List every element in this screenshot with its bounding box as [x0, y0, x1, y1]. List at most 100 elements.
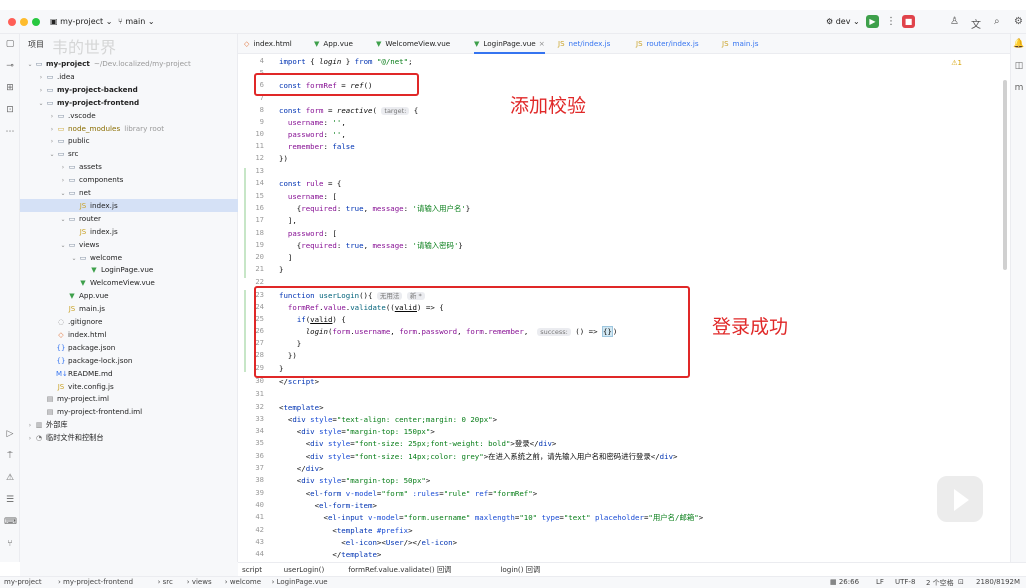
tree-item[interactable]: › ▭ public [20, 134, 238, 147]
status-path-item[interactable]: › src [158, 578, 173, 586]
tree-item[interactable]: M↓README.md [20, 367, 238, 380]
status-memory[interactable]: 2180/8192M [976, 578, 1020, 586]
breadcrumb-item[interactable]: login() 回调 [500, 565, 540, 575]
git-icon[interactable]: ⑂ [4, 538, 16, 550]
breadcrumb-item[interactable]: formRef.value.validate() 回调 [348, 565, 451, 575]
minimize-window-button[interactable] [20, 18, 28, 26]
tree-item[interactable]: › ▥ 外部库 [20, 418, 238, 431]
project-tool-icon[interactable]: ▢ [4, 38, 16, 50]
tree-item[interactable]: ⌄ ▭ src [20, 147, 238, 160]
tree-item[interactable]: › ▭ components [20, 173, 238, 186]
tree-item-label: App.vue [79, 291, 109, 301]
editor-scrollbar[interactable] [1003, 80, 1007, 270]
lock-icon[interactable]: ⊡ [958, 578, 964, 586]
status-indent[interactable]: 2 个空格 [926, 578, 954, 588]
zoom-window-button[interactable] [32, 18, 40, 26]
tree-item[interactable]: JS vite.config.js [20, 380, 238, 393]
status-path-item[interactable]: › LoginPage.vue [272, 578, 328, 586]
problems-icon[interactable]: ⚠ [4, 472, 16, 484]
gear-icon[interactable]: ⚙ [1014, 16, 1023, 27]
status-position[interactable]: ▦ 26:66 [830, 578, 859, 586]
tree-item[interactable]: › ▭ assets [20, 160, 238, 173]
commit-icon[interactable]: ⊸ [4, 60, 16, 72]
tree-item[interactable]: ◇ index.html [20, 328, 238, 341]
code-editor[interactable]: 4 5 6 7 8 9 10 11 12 13 14 15 16 17 18 19 20 21 22 23 24 25 26… [238, 54, 1010, 562]
more-tools-icon[interactable]: ⋯ [4, 126, 16, 138]
run-tool-icon[interactable]: ▷ [4, 428, 16, 440]
tree-item-label: package.json [68, 342, 116, 352]
tree-item[interactable]: ▤ my-project.iml [20, 392, 238, 405]
tree-item[interactable]: JS index.js [20, 198, 238, 212]
tree-item[interactable]: JS main.js [20, 302, 238, 315]
editor-tab[interactable]: JS main.js [722, 34, 759, 54]
editor-tab[interactable]: JS router/index.js [636, 34, 699, 54]
tree-item[interactable]: {} package-lock.json [20, 354, 238, 367]
status-line-separator[interactable]: LF [876, 578, 884, 586]
tree-item-label: router [79, 213, 101, 223]
code-line: ], [279, 216, 297, 225]
tree-item[interactable]: ▤ my-project-frontend.iml [20, 405, 238, 418]
tree-item[interactable]: ⌄ ▭ net [20, 186, 238, 199]
editor-tab[interactable]: ▼ LoginPage.vue × [474, 34, 545, 54]
close-window-button[interactable] [8, 18, 16, 26]
structure-icon[interactable]: ⊞ [4, 82, 16, 94]
plugins-icon[interactable]: ⊡ [4, 104, 16, 116]
code-line: {required: true, message: '请输入用户名'} [279, 204, 471, 213]
tree-item[interactable]: › ▭ .idea [20, 70, 238, 83]
terminal-icon[interactable]: ⌨ [4, 516, 17, 528]
todo-icon[interactable]: ☰ [4, 494, 16, 506]
tree-item[interactable]: ⌄ ▭ views [20, 238, 238, 251]
warning-count[interactable]: ⚠1 [951, 59, 962, 67]
build-icon[interactable]: ⍑ [4, 450, 16, 462]
editor-tab[interactable]: ▼ App.vue [314, 34, 353, 54]
tree-item[interactable]: ⌄ ▭ my-project ~/Dev.localized/my-project [20, 57, 238, 70]
maven-icon[interactable]: m [1013, 82, 1025, 94]
more-icon[interactable]: ⋮ [886, 16, 896, 27]
code-line: <div style="margin-top: 50px"> [279, 476, 431, 485]
tree-item[interactable]: JS index.js [20, 225, 238, 238]
user-icon[interactable]: ♙ [950, 16, 959, 27]
translate-icon[interactable]: 文 [971, 16, 981, 31]
search-icon[interactable]: ⌕ [994, 16, 1000, 27]
status-path-item[interactable]: my-project [4, 578, 42, 586]
tree-item-label: my-project-frontend [57, 97, 140, 107]
tree-item[interactable]: › ◔ 临时文件和控制台 [20, 431, 238, 444]
tree-item[interactable]: ▼ LoginPage.vue [20, 263, 238, 276]
close-icon[interactable]: × [539, 39, 545, 48]
notifications-icon[interactable]: 🔔 [1013, 38, 1025, 50]
status-path-item[interactable]: › views [187, 578, 212, 586]
tree-item[interactable]: › ▭ node_modules library root [20, 122, 238, 135]
editor-tab-bar: ◇ index.html ▼ App.vue ▼ WelcomeView.vue ▼ Logi… [238, 34, 1026, 54]
tree-item[interactable]: ▼ App.vue [20, 289, 238, 302]
tree-item-label: assets [79, 162, 102, 172]
tree-item[interactable]: › ▭ my-project-backend [20, 83, 238, 96]
stop-button[interactable]: ■ [902, 15, 915, 28]
tree-item[interactable]: ⌄ ▭ my-project-frontend [20, 96, 238, 109]
chevron-icon[interactable]: › [26, 432, 34, 445]
tree-item[interactable]: ▼ WelcomeView.vue [20, 276, 238, 289]
tree-item[interactable]: › ▭ .vscode [20, 109, 238, 122]
line-number: 39 [255, 488, 264, 497]
tree-item[interactable]: {} package.json [20, 341, 238, 354]
code-line: <div style="margin-top: 150px"> [279, 427, 435, 436]
run-button[interactable]: ▶ [866, 15, 879, 28]
tab-label: LoginPage.vue [483, 39, 536, 48]
editor-tab[interactable]: ◇ index.html [244, 34, 292, 54]
project-switcher[interactable]: ▣ my-project ⌄ [50, 17, 112, 26]
branch-switcher[interactable]: ⑂ main ⌄ [118, 17, 155, 26]
line-number: 14 [255, 178, 264, 187]
database-icon[interactable]: ◫ [1013, 60, 1025, 72]
breadcrumb-item[interactable]: script [242, 565, 262, 574]
status-path-item[interactable]: › my-project-frontend [58, 578, 133, 586]
status-encoding[interactable]: UTF-8 [895, 578, 915, 586]
tree-item[interactable]: ◌ .gitignore [20, 315, 238, 328]
breadcrumb-item[interactable]: userLogin() [284, 565, 325, 574]
editor-tab[interactable]: ▼ WelcomeView.vue [376, 34, 450, 54]
tree-item[interactable]: ⌄ ▭ welcome [20, 251, 238, 264]
video-play-overlay[interactable] [935, 474, 985, 524]
run-config-selector[interactable]: ⚙ dev ⌄ [826, 17, 860, 26]
status-path-item[interactable]: › welcome [225, 578, 261, 586]
editor-tab[interactable]: JS net/index.js [558, 34, 610, 54]
project-panel-title: 项目 [28, 40, 44, 49]
tree-item[interactable]: ⌄ ▭ router [20, 212, 238, 225]
